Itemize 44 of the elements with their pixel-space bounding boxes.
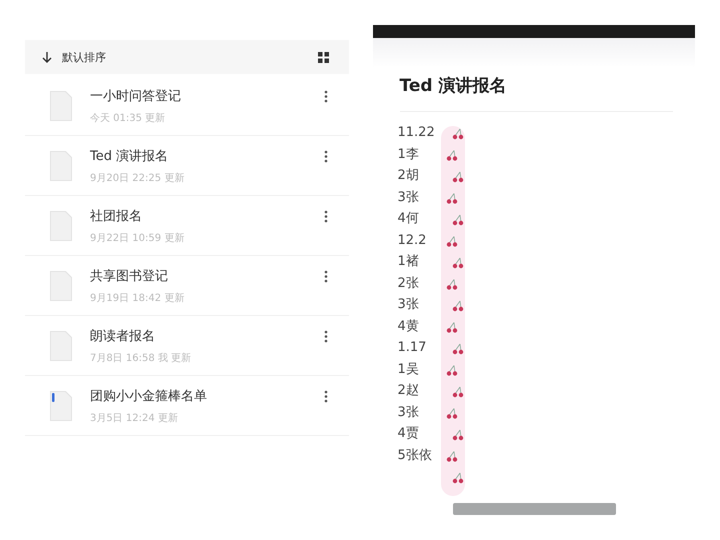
text-line: 2张 <box>398 274 419 292</box>
text-line: 5张依 <box>398 446 432 464</box>
update-time: 今天 01:35 更新 <box>90 112 166 124</box>
text-line: 12.2 <box>398 232 426 250</box>
text-line: 2赵 <box>398 382 419 400</box>
update-time: 7月8日 16:58 我 更新 <box>90 352 192 364</box>
text-line: 4黄 <box>398 318 419 336</box>
document-icon <box>50 210 72 240</box>
text-line: 1褚 <box>398 253 419 271</box>
more-options-icon[interactable] <box>324 270 328 283</box>
update-time: 9月19日 18:42 更新 <box>90 292 186 304</box>
file-title[interactable]: Ted 演讲报名 <box>90 146 324 164</box>
more-options-icon[interactable] <box>324 90 328 103</box>
sort-label[interactable]: 默认排序 <box>62 50 106 64</box>
update-time: 3月5日 12:24 更新 <box>90 412 179 424</box>
text-line: 3张 <box>398 404 419 422</box>
document-icon <box>50 150 72 180</box>
text-line: 1李 <box>398 146 419 164</box>
more-options-icon[interactable] <box>324 150 328 163</box>
more-options-icon[interactable] <box>324 330 328 343</box>
down-arrow-icon[interactable] <box>41 51 53 63</box>
file-title[interactable]: 团购小小金箍棒名单 <box>90 386 324 404</box>
text-line: 2胡 <box>398 167 419 185</box>
text-line: 1.17 <box>398 339 426 357</box>
text-line: 3张 <box>398 188 419 206</box>
file-title[interactable]: 朗读者报名 <box>90 326 324 344</box>
file-title[interactable]: 共享图书登记 <box>90 266 324 284</box>
text-line: 1吴 <box>398 360 419 378</box>
text-line: 4何 <box>398 210 419 228</box>
document-title: Ted 演讲报名 <box>398 75 508 97</box>
update-time: 9月22日 10:59 更新 <box>90 232 186 244</box>
file-title[interactable]: 一小时问答登记 <box>90 86 324 104</box>
document-icon <box>50 390 72 420</box>
grid-view-icon[interactable] <box>318 52 328 62</box>
file-title[interactable]: 社团报名 <box>90 206 324 224</box>
text-line: 11.22 <box>398 124 435 142</box>
document-icon <box>50 330 72 360</box>
text-line: 4贾 <box>398 425 419 443</box>
document-icon <box>50 270 72 300</box>
document-icon <box>50 90 72 120</box>
update-time: 9月20日 22:25 更新 <box>90 172 186 184</box>
more-options-icon[interactable] <box>324 390 328 403</box>
more-options-icon[interactable] <box>324 210 328 223</box>
text-line: 3张 <box>398 296 419 314</box>
